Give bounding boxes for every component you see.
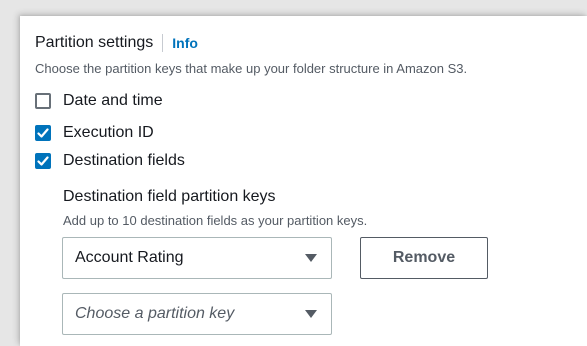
info-link[interactable]: Info — [172, 35, 198, 51]
checkmark-icon — [37, 128, 49, 138]
execution-id-label: Execution ID — [63, 124, 154, 141]
caret-down-icon — [305, 254, 317, 262]
checkmark-icon — [37, 156, 49, 166]
partition-key-placeholder: Choose a partition key — [75, 305, 235, 322]
destination-keys-title: Destination field partition keys — [63, 188, 276, 205]
destination-keys-description: Add up to 10 destination fields as your … — [63, 213, 368, 228]
partition-key-select-value: Account Rating — [75, 249, 184, 266]
remove-button[interactable]: Remove — [360, 237, 488, 279]
caret-down-icon — [305, 310, 317, 318]
partition-settings-panel: Partition settings Info Choose the parti… — [20, 16, 587, 346]
header-divider — [162, 34, 164, 52]
section-title: Partition settings — [35, 34, 154, 51]
date-and-time-checkbox[interactable] — [35, 93, 51, 109]
checkbox-row-execution-id[interactable]: Execution ID — [35, 124, 154, 142]
date-and-time-label: Date and time — [63, 92, 163, 109]
destination-fields-checkbox[interactable] — [35, 153, 51, 169]
partition-key-select-new[interactable]: Choose a partition key — [62, 293, 332, 335]
checkbox-row-destination-fields[interactable]: Destination fields — [35, 152, 185, 170]
section-header: Partition settings Info — [35, 34, 198, 52]
execution-id-checkbox[interactable] — [35, 125, 51, 141]
section-description: Choose the partition keys that make up y… — [35, 61, 468, 76]
checkbox-row-date-and-time[interactable]: Date and time — [35, 92, 163, 110]
partition-key-select-account-rating[interactable]: Account Rating — [62, 237, 332, 279]
destination-fields-label: Destination fields — [63, 152, 185, 169]
